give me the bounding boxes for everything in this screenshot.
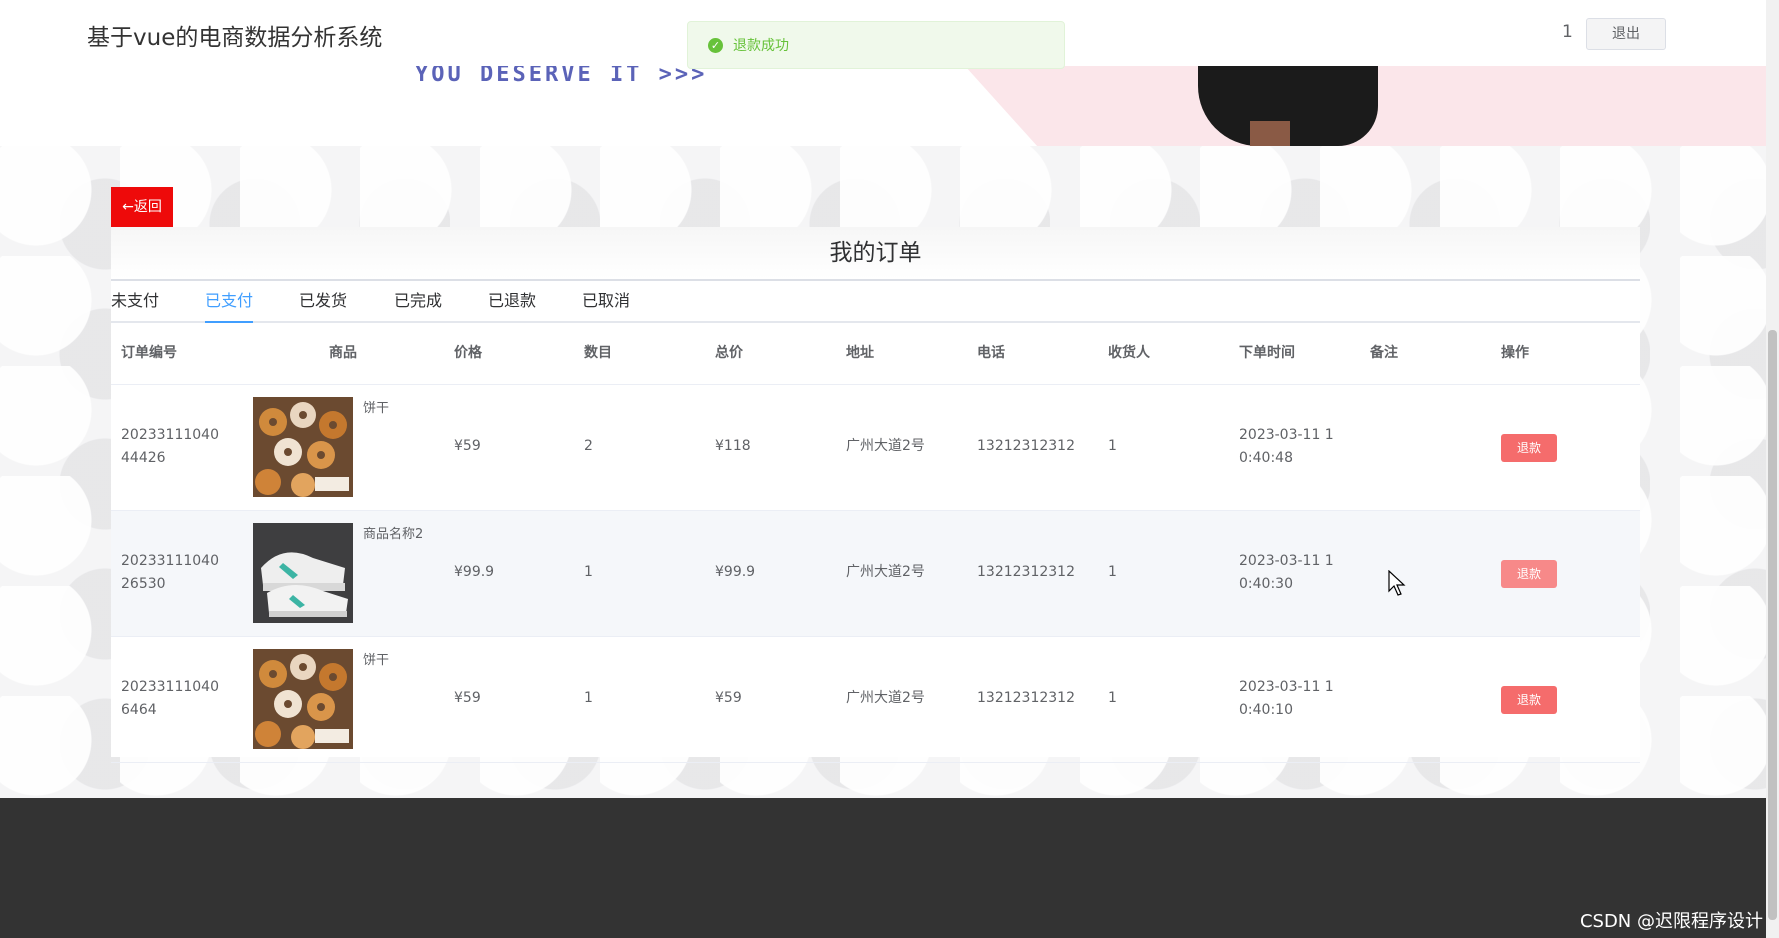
username[interactable]: 1 — [1562, 22, 1573, 42]
table-row: 202331110406464 饼干 ¥59 1 ¥59 广州大道2号 1321… — [111, 637, 1640, 763]
page-title: 我的订单 — [111, 227, 1640, 281]
order-time: 2023-03-11 10:40:30 — [1239, 553, 1334, 592]
column-header: 价格 — [454, 345, 482, 361]
phone: 13212312312 — [977, 564, 1075, 580]
receiver: 1 — [1108, 564, 1117, 580]
product-name: 商品名称2 — [363, 527, 424, 542]
address: 广州大道2号 — [846, 690, 925, 706]
tab-paid[interactable]: 已支付 — [205, 281, 254, 323]
refund-button[interactable]: 退款 — [1501, 560, 1557, 588]
refund-button[interactable]: 退款 — [1501, 434, 1557, 462]
quantity: 1 — [584, 564, 593, 580]
column-header: 收货人 — [1108, 345, 1150, 361]
quantity: 1 — [584, 690, 593, 706]
phone: 13212312312 — [977, 690, 1075, 706]
order-time: 2023-03-11 10:40:48 — [1239, 427, 1334, 466]
price: ¥59 — [454, 438, 481, 454]
column-header: 商品 — [329, 345, 357, 361]
toast-message: 退款成功 — [733, 38, 789, 54]
column-header: 数目 — [584, 345, 612, 361]
price: ¥99.9 — [454, 564, 495, 580]
column-header: 订单编号 — [121, 345, 177, 361]
column-header: 电话 — [977, 345, 1005, 361]
page-scrollbar[interactable] — [1766, 0, 1779, 938]
back-button[interactable]: ←返回 — [111, 187, 173, 227]
column-header: 地址 — [846, 345, 874, 361]
column-header: 备注 — [1370, 345, 1398, 361]
order-time: 2023-03-11 10:40:10 — [1239, 679, 1334, 718]
tab-cancelled[interactable]: 已取消 — [582, 281, 630, 321]
orders-panel: 我的订单 未支付 已支付 已发货 已完成 已退款 已取消 订单编号 商品 价格 … — [111, 227, 1640, 763]
tab-shipped[interactable]: 已发货 — [299, 281, 347, 321]
scrollbar-thumb[interactable] — [1768, 330, 1777, 920]
total-price: ¥118 — [715, 438, 751, 454]
banner-slogan: YOU DESERVE IT >>> — [415, 66, 708, 87]
receiver: 1 — [1108, 690, 1117, 706]
product-image-biscuits[interactable] — [253, 649, 353, 749]
table-row: 2023311104044426 饼干 ¥59 2 ¥118 广州大道2号 13… — [111, 385, 1640, 511]
product-name: 饼干 — [363, 653, 390, 668]
table-row: 2023311104026530 商品名称2 ¥99.9 1 ¥99.9 广州大… — [111, 511, 1640, 637]
tab-refunded[interactable]: 已退款 — [488, 281, 536, 321]
phone: 13212312312 — [977, 438, 1075, 454]
order-number: 2023311104044426 — [121, 427, 219, 466]
site-title: 基于vue的电商数据分析系统 — [87, 25, 383, 51]
banner: YOU DESERVE IT >>> — [0, 66, 1766, 146]
tab-completed[interactable]: 已完成 — [394, 281, 442, 321]
column-header: 操作 — [1501, 345, 1529, 361]
receiver: 1 — [1108, 438, 1117, 454]
page-footer — [0, 798, 1766, 938]
price: ¥59 — [454, 690, 481, 706]
orders-table: 订单编号 商品 价格 数目 总价 地址 电话 收货人 下单时间 备注 操作 20… — [111, 322, 1640, 763]
order-number: 202331110406464 — [121, 679, 219, 718]
mouse-cursor-icon — [1388, 569, 1406, 600]
column-header: 下单时间 — [1239, 345, 1295, 361]
tab-unpaid[interactable]: 未支付 — [111, 281, 159, 321]
address: 广州大道2号 — [846, 438, 925, 454]
watermark: CSDN @迟限程序设计 — [1579, 911, 1763, 932]
quantity: 2 — [584, 438, 593, 454]
address: 广州大道2号 — [846, 564, 925, 580]
column-header: 总价 — [715, 345, 743, 361]
success-toast: ✓ 退款成功 — [687, 21, 1065, 69]
table-header: 订单编号 商品 价格 数目 总价 地址 电话 收货人 下单时间 备注 操作 — [111, 322, 1640, 385]
product-image-biscuits[interactable] — [253, 397, 353, 497]
total-price: ¥99.9 — [715, 564, 756, 580]
check-circle-icon: ✓ — [708, 37, 723, 53]
logout-button[interactable]: 退出 — [1586, 18, 1666, 50]
product-image-sneakers[interactable] — [253, 523, 353, 623]
order-number: 2023311104026530 — [121, 553, 219, 592]
banner-model-leg — [1250, 121, 1290, 146]
refund-button[interactable]: 退款 — [1501, 686, 1557, 714]
product-name: 饼干 — [363, 401, 390, 416]
order-status-tabs: 未支付 已支付 已发货 已完成 已退款 已取消 — [111, 281, 1640, 323]
total-price: ¥59 — [715, 690, 742, 706]
